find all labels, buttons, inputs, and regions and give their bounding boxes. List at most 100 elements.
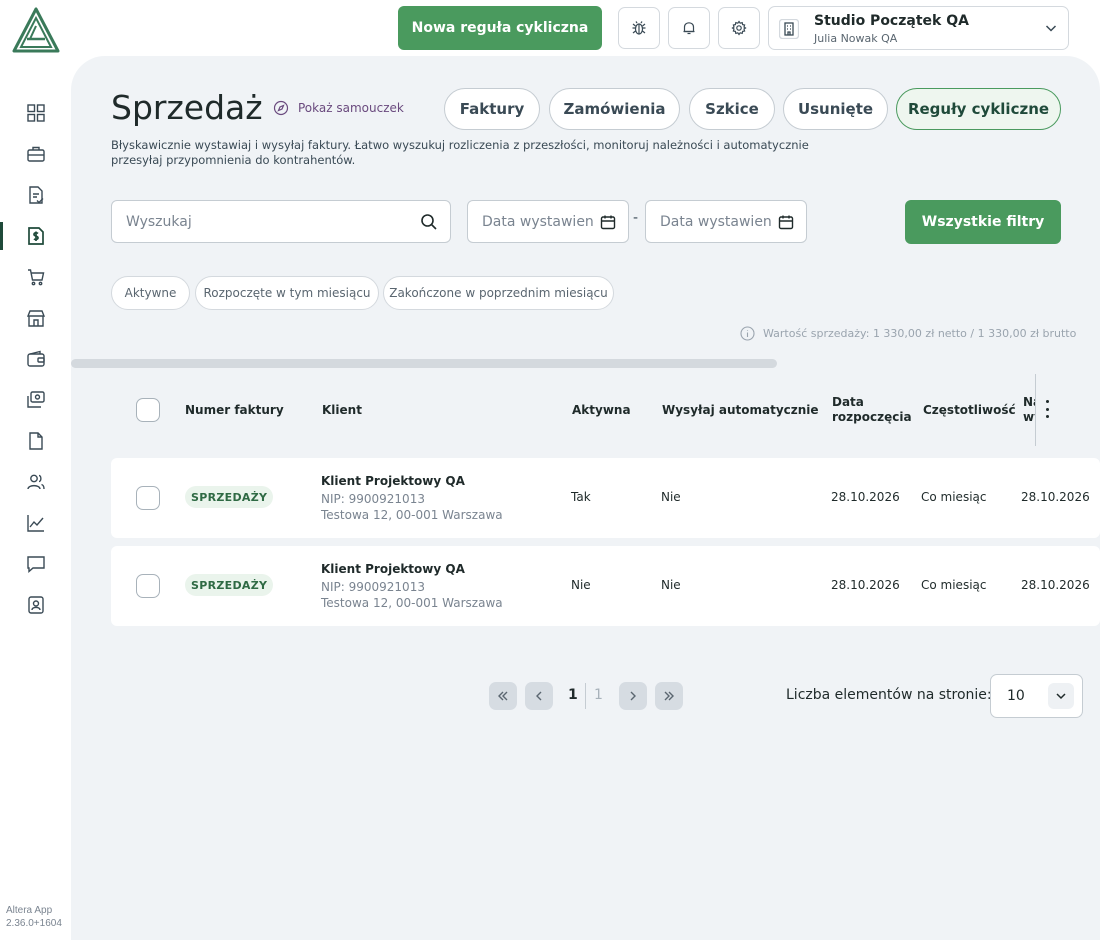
sidebar-item-purchases[interactable] [0, 261, 71, 293]
user-name: Julia Nowak QA [814, 32, 898, 45]
search-input[interactable] [126, 201, 416, 242]
last-page-button[interactable] [655, 682, 683, 710]
sales-value-summary: Wartość sprzedaży: 1 330,00 zł netto / 1… [740, 326, 1076, 341]
sidebar-item-messages[interactable] [0, 548, 71, 580]
column-header-start-date[interactable]: Data rozpoczęcia [832, 395, 912, 425]
sidebar-item-sales[interactable] [0, 220, 71, 252]
wallet-icon [26, 350, 45, 367]
table-horizontal-scrollbar[interactable] [71, 359, 777, 368]
next-issue-cell: 28.10.2026 [1021, 578, 1090, 592]
page-description: Błyskawicznie wystawiaj i wysyłaj faktur… [111, 138, 809, 167]
sidebar-item-dashboard[interactable] [0, 97, 71, 129]
table-row[interactable]: SPRZEDAŻY Klient Projektowy QA NIP: 9900… [111, 546, 1100, 626]
store-icon [26, 310, 45, 327]
bug-report-button[interactable] [618, 7, 660, 49]
client-name: Klient Projektowy QA [321, 474, 465, 488]
sidebar-item-wallet[interactable] [0, 343, 71, 375]
tab-drafts[interactable]: Szkice [689, 88, 775, 130]
date-range-separator: - [633, 210, 639, 226]
tab-recurring-rules[interactable]: Reguły cykliczne [896, 88, 1061, 130]
company-name: Studio Początek QA [814, 13, 969, 29]
previous-page-button[interactable] [525, 682, 553, 710]
next-page-button[interactable] [619, 682, 647, 710]
chevron-right-icon [630, 691, 636, 701]
compass-icon [273, 100, 289, 116]
dashboard-icon [26, 104, 45, 122]
tab-deleted[interactable]: Usunięte [783, 88, 888, 130]
sidebar-item-contacts[interactable] [0, 466, 71, 498]
column-header-invoice-number[interactable]: Numer faktury [185, 403, 284, 418]
column-header-client[interactable]: Klient [322, 403, 362, 418]
sidebar-item-projects[interactable] [0, 138, 71, 170]
start-date-cell: 28.10.2026 [831, 490, 900, 504]
info-icon [740, 326, 755, 341]
calendar-icon[interactable] [778, 214, 794, 230]
date-to-input[interactable] [660, 201, 772, 242]
column-options-menu-icon[interactable] [1040, 400, 1054, 418]
sidebar-item-documents[interactable] [0, 179, 71, 211]
filter-chip-ended-last-month[interactable]: Zakończone w poprzednim miesiącu [383, 276, 614, 310]
chat-icon [26, 556, 45, 574]
search-icon[interactable] [420, 213, 438, 231]
new-recurring-rule-button[interactable]: Nowa reguła cykliczna [398, 6, 602, 50]
gear-icon [731, 20, 747, 36]
client-nip: NIP: 9900921013 [321, 580, 425, 594]
column-header-active[interactable]: Aktywna [572, 403, 631, 418]
file-icon [28, 432, 43, 450]
start-date-cell: 28.10.2026 [831, 578, 900, 592]
client-address: Testowa 12, 00-001 Warszawa [321, 508, 503, 522]
table-row[interactable]: SPRZEDAŻY Klient Projektowy QA NIP: 9900… [111, 458, 1100, 538]
sidebar-item-reports[interactable] [0, 507, 71, 539]
page-divider [585, 683, 586, 709]
date-from-input[interactable] [482, 201, 594, 242]
sidebar: Altera App 2.36.0+1604 [0, 0, 71, 940]
sidebar-item-profile[interactable] [0, 589, 71, 621]
app-version: Altera App 2.36.0+1604 [6, 904, 62, 930]
chart-line-icon [26, 515, 44, 532]
tab-invoices[interactable]: Faktury [444, 88, 540, 130]
app-name: Altera App [6, 905, 53, 916]
active-cell: Tak [571, 490, 591, 504]
sales-invoice-icon [27, 227, 44, 245]
sidebar-item-store[interactable] [0, 302, 71, 334]
cart-icon [27, 269, 44, 286]
row-checkbox[interactable] [136, 574, 160, 598]
auto-send-cell: Nie [661, 578, 681, 592]
filter-chip-active[interactable]: Aktywne [111, 276, 190, 310]
filter-chip-started-this-month[interactable]: Rozpoczęte w tym miesiącu [195, 276, 379, 310]
sidebar-item-files[interactable] [0, 425, 71, 457]
sidebar-item-transfers[interactable] [0, 384, 71, 416]
current-page: 1 [568, 687, 578, 703]
tab-orders[interactable]: Zamówienia [549, 88, 680, 130]
invoice-type-badge: SPRZEDAŻY [185, 486, 274, 508]
first-page-button[interactable] [489, 682, 517, 710]
document-check-icon [28, 186, 43, 204]
per-page-dropdown-toggle[interactable] [1048, 683, 1074, 709]
calendar-icon[interactable] [600, 214, 616, 230]
total-pages: 1 [594, 687, 603, 703]
settings-button[interactable] [718, 7, 760, 49]
users-icon [26, 474, 45, 490]
contact-card-icon [27, 596, 44, 614]
per-page-value: 10 [1007, 688, 1025, 704]
bell-icon [683, 22, 695, 35]
column-header-auto-send[interactable]: Wysyłaj automatycznie [662, 403, 819, 418]
client-address: Testowa 12, 00-001 Warszawa [321, 596, 503, 610]
per-page-label: Liczba elementów na stronie: [786, 687, 992, 703]
company-selector[interactable]: Studio Początek QA Julia Nowak QA [768, 6, 1069, 50]
column-header-frequency[interactable]: Częstotliwość [923, 403, 1016, 418]
per-page-select[interactable]: 10 [990, 674, 1083, 718]
app-version-number: 2.36.0+1604 [6, 918, 62, 929]
client-nip: NIP: 9900921013 [321, 492, 425, 506]
bug-icon [632, 21, 646, 35]
row-checkbox[interactable] [136, 486, 160, 510]
notifications-button[interactable] [668, 7, 710, 49]
show-tutorial-link[interactable]: Pokaż samouczek [273, 100, 404, 116]
next-issue-cell: 28.10.2026 [1021, 490, 1090, 504]
search-field [111, 200, 451, 243]
app-logo[interactable] [10, 6, 62, 54]
select-all-checkbox[interactable] [136, 398, 160, 422]
all-filters-button[interactable]: Wszystkie filtry [905, 200, 1061, 244]
tutorial-label: Pokaż samouczek [298, 101, 404, 115]
active-cell: Nie [571, 578, 591, 592]
